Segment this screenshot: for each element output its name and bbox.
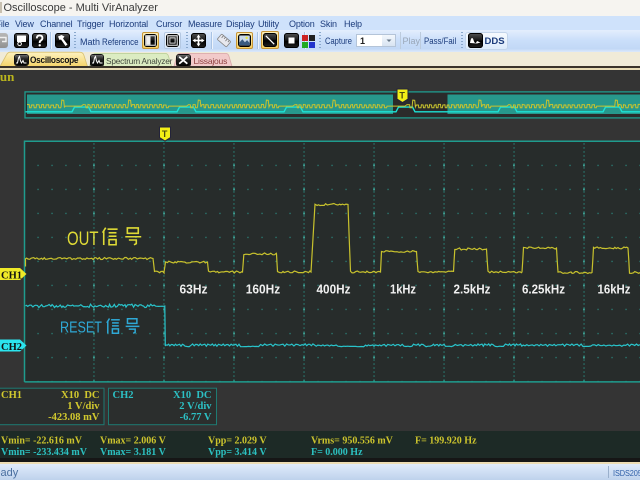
svg-text:F= 0.000 Hz: F= 0.000 Hz bbox=[311, 447, 363, 458]
svg-text:-6.77 V: -6.77 V bbox=[180, 412, 212, 423]
svg-text:RESET: RESET bbox=[60, 319, 102, 336]
svg-text:Vpp= 3.414 V: Vpp= 3.414 V bbox=[208, 447, 267, 458]
svg-text:63Hz: 63Hz bbox=[180, 282, 208, 296]
svg-text:Vrms= 950.556 mV: Vrms= 950.556 mV bbox=[311, 435, 394, 446]
svg-text:CH1: CH1 bbox=[1, 390, 22, 401]
svg-text:6.25kHz: 6.25kHz bbox=[522, 282, 565, 296]
svg-text:X10 DC: X10 DC bbox=[61, 390, 100, 401]
svg-text:Vmax= 3.181 V: Vmax= 3.181 V bbox=[100, 447, 167, 458]
svg-text:400Hz: 400Hz bbox=[317, 282, 351, 296]
svg-text:T: T bbox=[162, 129, 168, 139]
svg-text:T: T bbox=[399, 90, 405, 100]
svg-text:F= 199.920 Hz: F= 199.920 Hz bbox=[415, 435, 477, 446]
svg-text:Vmax= 2.006 V: Vmax= 2.006 V bbox=[100, 435, 167, 446]
svg-text:CH2: CH2 bbox=[1, 342, 22, 353]
svg-text:-423.08 mV: -423.08 mV bbox=[48, 412, 100, 423]
svg-text:2.5kHz: 2.5kHz bbox=[454, 282, 491, 296]
svg-text:X10 DC: X10 DC bbox=[173, 390, 212, 401]
svg-text:OUT: OUT bbox=[67, 228, 99, 250]
svg-text:Vmin= -22.616 mV: Vmin= -22.616 mV bbox=[1, 435, 83, 446]
svg-text:CH1: CH1 bbox=[1, 270, 22, 281]
svg-text:2 V/div: 2 V/div bbox=[179, 401, 212, 412]
svg-text:Vpp= 2.029 V: Vpp= 2.029 V bbox=[208, 435, 267, 446]
svg-text:1 V/div: 1 V/div bbox=[67, 401, 100, 412]
svg-text:16kHz: 16kHz bbox=[598, 282, 631, 296]
svg-text:1kHz: 1kHz bbox=[390, 282, 416, 296]
svg-text:Vmin= -233.434 mV: Vmin= -233.434 mV bbox=[1, 447, 88, 458]
svg-text:CH2: CH2 bbox=[113, 390, 134, 401]
svg-text:Run: Run bbox=[0, 70, 15, 84]
svg-text:160Hz: 160Hz bbox=[246, 282, 281, 296]
